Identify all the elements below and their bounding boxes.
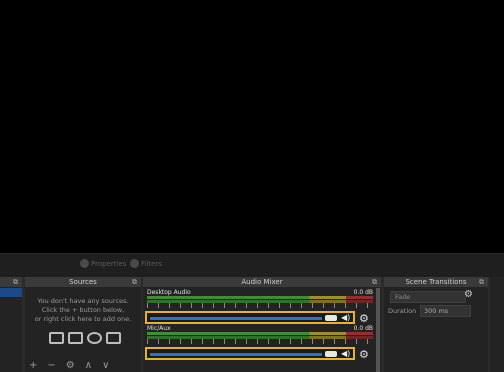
move-up-button[interactable]: ∧ — [85, 360, 92, 371]
duration-value: 300 ms — [424, 307, 449, 315]
source-type-icons — [45, 332, 125, 344]
properties-button[interactable]: Properties — [80, 259, 126, 268]
remove-source-button[interactable]: − — [47, 360, 55, 371]
meter-scale — [147, 303, 373, 308]
empty-line-2: Click the + button below, — [41, 306, 125, 314]
globe-icon — [87, 332, 102, 344]
dock-float-icon[interactable]: ⧉ — [132, 277, 137, 287]
empty-line-1: You don't have any sources. — [37, 297, 129, 305]
transition-value: Fade — [395, 293, 411, 301]
gear-icon[interactable]: ⚙ — [359, 348, 369, 361]
controls-dock-edge — [490, 277, 504, 372]
empty-line-3: or right click here to add one. — [34, 315, 132, 323]
scene-transitions-header: Scene Transitions ⧉ — [384, 277, 488, 287]
speaker-icon[interactable]: ◀) — [341, 349, 350, 358]
meter-scale — [147, 339, 373, 344]
docks-area: ⧉ Sources ⧉ You don't have any sources. … — [0, 277, 504, 372]
filters-label: Filters — [141, 259, 162, 268]
duration-label: Duration — [388, 307, 417, 315]
mixer-scrollbar[interactable] — [376, 288, 380, 372]
volume-fader[interactable]: ◀) — [145, 311, 355, 324]
scene-transitions-title: Scene Transitions — [405, 278, 467, 286]
camera-icon — [106, 332, 121, 344]
context-toolbar: Properties Filters — [0, 253, 504, 278]
audio-mixer-dock: Audio Mixer ⧉ Desktop Audio 0.0 dB ◀) ⚙ … — [143, 277, 381, 372]
gear-icon — [80, 259, 89, 268]
sources-header: Sources ⧉ — [25, 277, 141, 287]
volume-meter — [147, 332, 373, 335]
scene-item-selected[interactable] — [0, 288, 22, 297]
channel-level: 0.0 dB — [353, 289, 373, 296]
add-source-button[interactable]: + — [29, 360, 37, 371]
channel-name: Desktop Audio — [147, 289, 191, 296]
fader-track — [150, 317, 322, 320]
properties-label: Properties — [91, 259, 127, 268]
fader-handle[interactable] — [325, 351, 337, 357]
channel-name: Mic/Aux — [147, 325, 171, 332]
filters-icon — [130, 259, 139, 268]
duration-input[interactable]: 300 ms — [420, 305, 471, 317]
scenes-dock: ⧉ — [0, 277, 22, 372]
preview-canvas[interactable] — [0, 0, 504, 253]
audio-mixer-title: Audio Mixer — [241, 278, 283, 286]
gear-icon[interactable]: ⚙ — [464, 289, 473, 300]
sources-dock: Sources ⧉ You don't have any sources. Cl… — [25, 277, 141, 372]
sources-title: Sources — [69, 278, 97, 286]
scene-transitions-dock: Scene Transitions ⧉ Fade ⚙ Duration 300 … — [384, 277, 488, 372]
speaker-icon[interactable]: ◀) — [341, 313, 350, 322]
volume-fader[interactable]: ◀) — [145, 347, 355, 360]
image-icon — [49, 332, 64, 344]
fader-handle[interactable] — [325, 315, 337, 321]
filters-button[interactable]: Filters — [130, 259, 162, 268]
audio-mixer-header: Audio Mixer ⧉ — [143, 277, 381, 287]
move-down-button[interactable]: ∨ — [102, 360, 109, 371]
volume-meter — [147, 296, 373, 299]
sources-empty-message[interactable]: You don't have any sources. Click the + … — [25, 297, 141, 324]
source-properties-button[interactable]: ⚙ — [66, 360, 75, 371]
dock-float-icon[interactable]: ⧉ — [479, 277, 484, 287]
fader-track — [150, 353, 322, 356]
transition-select[interactable]: Fade — [390, 291, 466, 303]
dock-float-icon[interactable]: ⧉ — [372, 277, 377, 287]
channel-level: 0.0 dB — [353, 325, 373, 332]
dock-float-icon[interactable]: ⧉ — [13, 277, 18, 287]
monitor-icon — [68, 332, 83, 344]
gear-icon[interactable]: ⚙ — [359, 312, 369, 325]
scenes-header: ⧉ — [0, 277, 22, 287]
sources-controls: + − ⚙ ∧ ∨ — [29, 360, 109, 371]
